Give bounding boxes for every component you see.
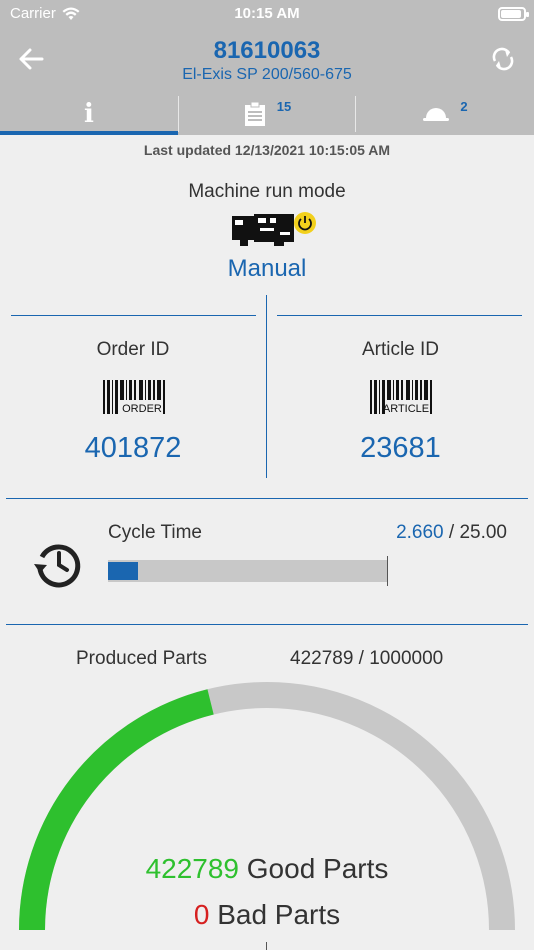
order-barcode-icon: ORDER [103, 380, 165, 415]
cycle-time-separator: / [443, 522, 460, 543]
order-id-value: 401872 [84, 432, 182, 464]
active-tab-indicator [0, 131, 178, 135]
status-time: 10:15 AM [234, 5, 300, 22]
bad-parts-count: 0 [193, 899, 210, 930]
machine-number: 81610063 [213, 37, 321, 64]
cycle-time-target: 25.00 [459, 522, 507, 543]
cycle-time-current: 2.660 [396, 522, 444, 543]
gauge-center-tick [266, 942, 267, 950]
produced-parts-label: Produced Parts [76, 648, 207, 669]
battery-icon [498, 7, 529, 21]
cycle-time-label: Cycle Time [108, 522, 202, 543]
section-divider [6, 498, 528, 499]
svg-text:ARTICLE: ARTICLE [383, 403, 429, 415]
tab-orders[interactable]: 15 [178, 92, 356, 135]
last-updated: Last updated 12/13/2021 10:15:05 AM [143, 142, 391, 158]
gauge-track [19, 682, 515, 931]
article-top-line [277, 315, 522, 316]
article-id-label: Article ID [361, 339, 440, 360]
article-barcode-icon: ARTICLE [370, 380, 432, 415]
good-parts-count: 422789 [145, 853, 239, 884]
info-icon: i [84, 98, 94, 129]
cycle-time-bar-fill [108, 562, 138, 580]
section-divider [6, 624, 528, 625]
article-id-value: 23681 [360, 432, 441, 464]
helmet-icon [423, 107, 450, 121]
run-mode-value: Manual [227, 255, 307, 282]
header: 81610063 El-Exis SP 200/560-675 [0, 28, 534, 92]
order-top-line [11, 315, 256, 316]
good-parts-label: Good Parts [246, 853, 389, 884]
cycle-time-bar [108, 556, 388, 586]
tab-bar: i 15 2 [0, 92, 534, 135]
good-parts-line: 422789 Good Parts [0, 853, 534, 885]
bad-parts-label: Bad Parts [217, 899, 341, 930]
bad-parts-line: 0 Bad Parts [0, 899, 534, 931]
svg-text:ORDER: ORDER [122, 403, 162, 415]
machine-power-icon [232, 212, 316, 246]
clipboard-icon [244, 101, 265, 126]
produced-parts-values: 422789 / 1000000 [290, 648, 444, 669]
gauge-good-arc [19, 689, 214, 931]
alarms-badge: 2 [460, 99, 468, 114]
cycle-time-values: 2.660 / 25.00 [396, 522, 507, 544]
machine-model: El-Exis SP 200/560-675 [182, 66, 352, 83]
run-mode-label: Machine run mode [188, 181, 346, 202]
order-id-label: Order ID [96, 339, 170, 360]
tab-alarms[interactable]: 2 [356, 92, 534, 135]
tab-info[interactable]: i [0, 92, 178, 135]
status-bar: Carrier 10:15 AM [0, 0, 534, 28]
cycle-time-target-marker [387, 556, 388, 586]
refresh-icon[interactable] [488, 44, 518, 74]
orders-badge: 15 [276, 99, 292, 114]
history-clock-icon [34, 544, 81, 588]
